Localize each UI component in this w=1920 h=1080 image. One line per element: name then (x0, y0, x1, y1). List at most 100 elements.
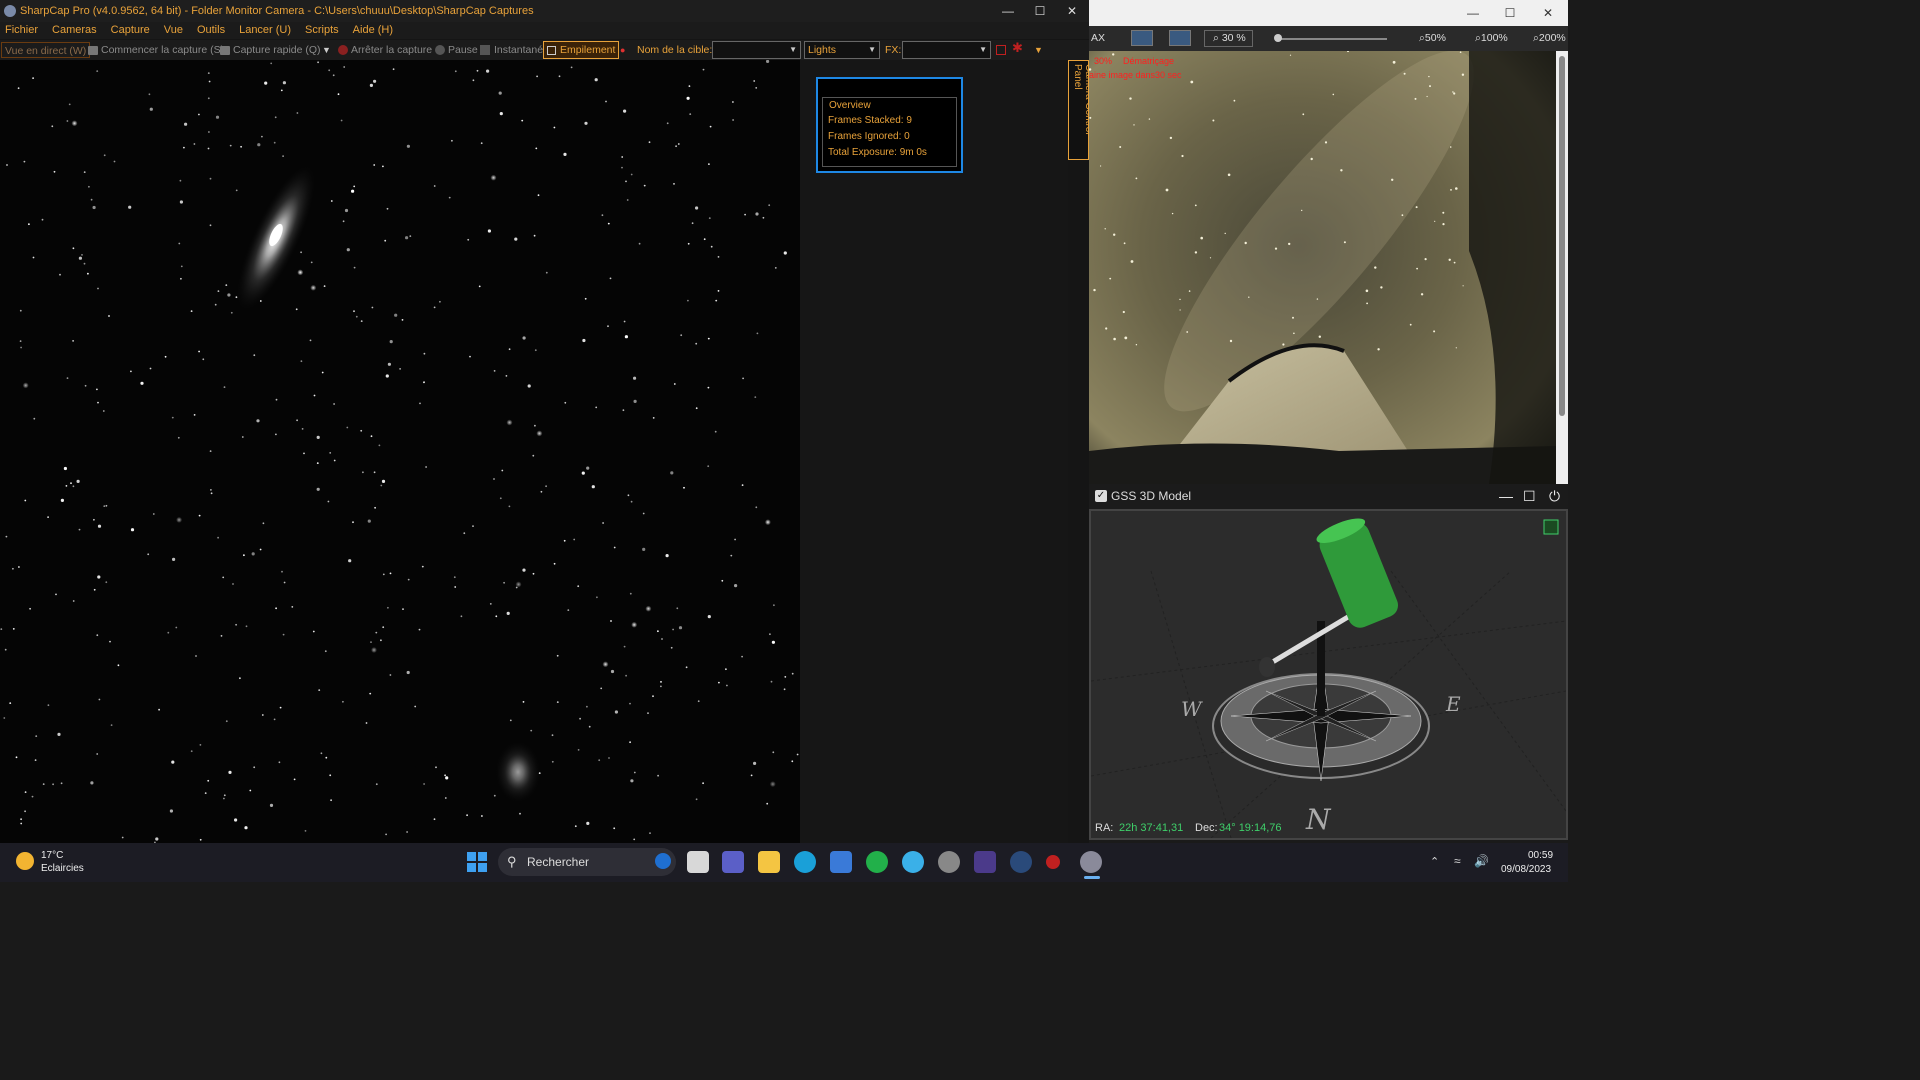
app-red-icon[interactable] (1046, 855, 1060, 869)
close-button[interactable]: ✕ (1056, 0, 1088, 22)
menu-cameras[interactable]: Cameras (52, 22, 97, 39)
star (652, 695, 654, 698)
menu-view[interactable]: Vue (164, 22, 183, 39)
view-toggle-icon[interactable] (1543, 519, 1559, 535)
app-galaxy-icon[interactable] (1010, 851, 1032, 873)
menu-scripts[interactable]: Scripts (305, 22, 339, 39)
allsky-scrollbar[interactable] (1556, 51, 1568, 484)
star (774, 267, 777, 269)
minimize-button[interactable]: — (992, 0, 1024, 22)
edge-icon[interactable] (794, 851, 816, 873)
wifi-icon[interactable]: ≈ (1454, 854, 1461, 868)
gss-3d-view[interactable]: W E N RA: 22h 37:41,31 Dec: 34° 19:14,76 (1089, 509, 1568, 840)
app-purple-icon[interactable] (974, 851, 996, 873)
star (714, 430, 717, 433)
star (83, 262, 86, 265)
scrollbar-thumb[interactable] (1559, 56, 1565, 416)
star (756, 332, 759, 335)
power-icon[interactable]: ⏻ (1549, 484, 1560, 509)
zoom-current[interactable]: ⌕ 30 % (1204, 30, 1253, 47)
file-explorer-icon[interactable] (758, 851, 780, 873)
star (330, 200, 333, 202)
crosshair-icon[interactable]: ✱ (1012, 40, 1023, 56)
sky-star (1301, 209, 1303, 212)
zoom-slider-handle[interactable] (1274, 34, 1282, 42)
star (453, 576, 456, 579)
close-button[interactable]: ✕ (1532, 2, 1564, 24)
zoom-200-button[interactable]: ⌕200% (1533, 32, 1566, 45)
zoom-100-button[interactable]: ⌕100% (1475, 32, 1508, 45)
weather-icon[interactable] (16, 852, 34, 870)
clock-time[interactable]: 00:59 (1528, 850, 1553, 861)
ax-button[interactable]: AX (1091, 32, 1105, 44)
start-button[interactable] (467, 852, 487, 872)
sky-star (1442, 211, 1445, 214)
fx-select[interactable]: ▼ (902, 41, 991, 59)
star (259, 548, 262, 551)
live-view-button[interactable]: Vue en direct (W) (1, 42, 91, 58)
zoom-50-button[interactable]: ⌕50% (1419, 32, 1446, 45)
store-icon[interactable] (830, 851, 852, 873)
app-green-icon[interactable] (866, 851, 888, 873)
menu-launch[interactable]: Lancer (U) (239, 22, 291, 39)
checkbox-icon[interactable]: ✓ (1095, 490, 1107, 502)
selection-icon[interactable] (996, 45, 1006, 55)
maximize-button[interactable]: ☐ (1523, 484, 1536, 509)
star (251, 552, 255, 556)
taskbar-search[interactable]: ⚲ Rechercher (498, 848, 676, 876)
menu-file[interactable]: Fichier (5, 22, 38, 39)
star (647, 712, 649, 714)
star (624, 335, 629, 339)
allsky-image[interactable]: 30% Dématriçage aine image dans30 sec (1089, 51, 1556, 484)
sky-star (1453, 92, 1456, 95)
star (423, 783, 425, 785)
volume-icon[interactable]: 🔊 (1474, 854, 1489, 868)
star (179, 179, 182, 182)
sky-star (1171, 212, 1174, 215)
clock-date[interactable]: 09/08/2023 (1501, 864, 1551, 875)
sharpcap-taskbar-icon[interactable] (1080, 851, 1102, 873)
minimize-button[interactable]: — (1457, 2, 1489, 24)
chevron-up-icon[interactable]: ⌃ (1430, 855, 1439, 868)
zoom-slider[interactable] (1277, 38, 1387, 40)
snapshot-button[interactable]: Instantané (494, 42, 543, 58)
app-blue-icon[interactable] (902, 851, 924, 873)
star (283, 581, 286, 584)
stop-capture-button[interactable]: Arrêter la capture (351, 42, 432, 58)
menu-capture[interactable]: Capture (111, 22, 150, 39)
stacking-button[interactable]: Empilement (543, 41, 620, 59)
target-name-input[interactable]: ▼ (712, 41, 801, 59)
minimize-button[interactable]: — (1499, 484, 1513, 509)
stack-icon (547, 46, 556, 55)
star (652, 417, 655, 419)
teams-icon[interactable] (722, 851, 744, 873)
star (678, 626, 683, 630)
star (149, 107, 153, 111)
star (374, 506, 376, 509)
fullscreen-icon[interactable] (1169, 30, 1191, 46)
maximize-button[interactable]: ☐ (1024, 0, 1056, 22)
start-capture-button[interactable]: Commencer la capture (S) (101, 42, 224, 58)
pause-button[interactable]: Pause (448, 42, 478, 58)
toolbar-overflow-icon[interactable]: ▼ (1034, 42, 1043, 58)
fit-screen-icon[interactable] (1131, 30, 1153, 46)
star (198, 113, 200, 116)
frame-type-select[interactable]: Lights ▼ (804, 41, 880, 59)
stacked-image-view[interactable] (0, 60, 800, 843)
star (210, 492, 213, 495)
star (329, 774, 332, 777)
app-gray-icon[interactable] (938, 851, 960, 873)
star (320, 752, 323, 755)
star (184, 122, 188, 126)
menu-tools[interactable]: Outils (197, 22, 225, 39)
sky-star (1340, 169, 1343, 172)
star (169, 809, 173, 813)
menu-help[interactable]: Aide (H) (353, 22, 393, 39)
camera-control-panel-tab[interactable]: Camera Control Panel (1068, 60, 1094, 160)
quick-capture-dropdown-icon[interactable]: ▼ (322, 42, 331, 58)
quick-capture-button[interactable]: Capture rapide (Q) (233, 42, 321, 58)
star (232, 583, 234, 585)
star (586, 705, 588, 708)
maximize-button[interactable]: ☐ (1494, 2, 1526, 24)
task-view-icon[interactable] (687, 851, 709, 873)
